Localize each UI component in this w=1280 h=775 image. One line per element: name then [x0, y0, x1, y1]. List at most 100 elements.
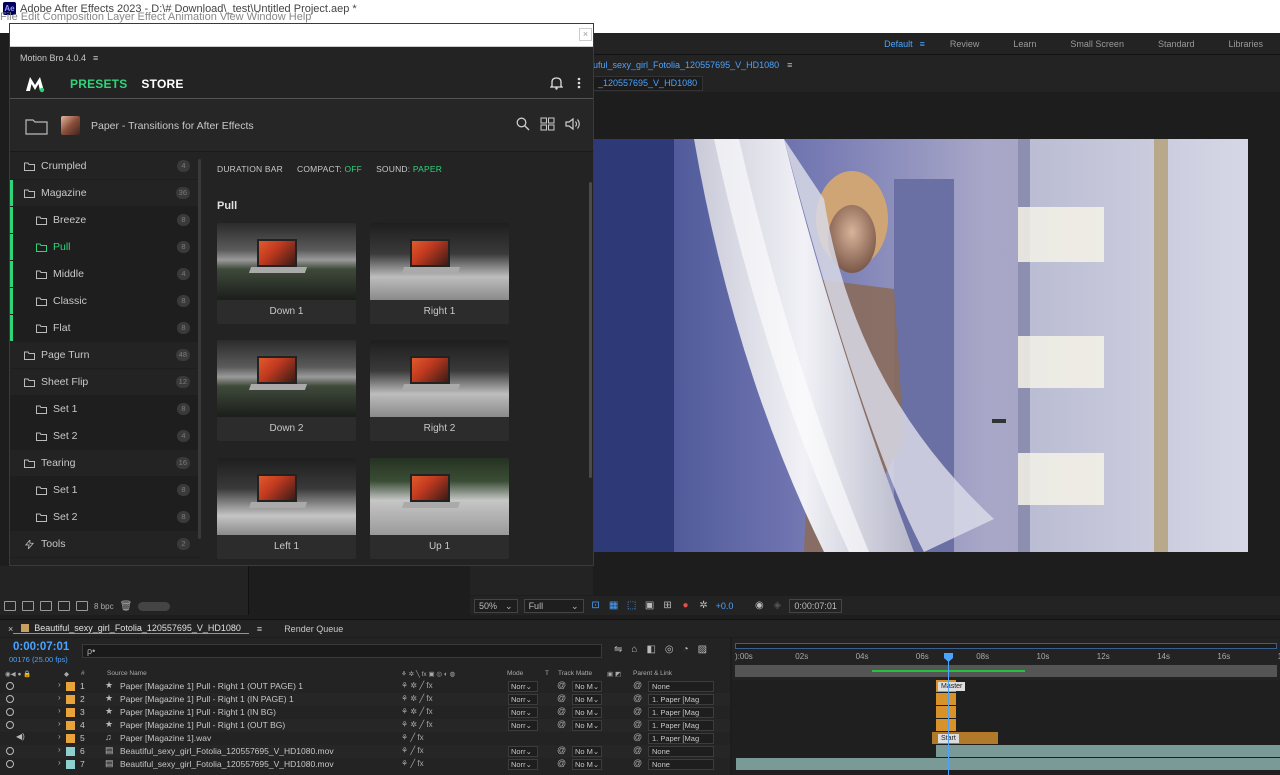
timeline-layer-row[interactable]: › 7 ▤ Beautiful_sexy_girl_Fotolia_120557695…	[0, 758, 730, 771]
track-matte-select[interactable]: No M⌄	[572, 694, 602, 705]
thumbnail-slider[interactable]	[138, 601, 171, 611]
layer-switches-icon[interactable]: ⚘ ✲ ╱ fx	[401, 681, 433, 690]
matte-header-icons[interactable]: ▣ ◩	[607, 670, 621, 678]
parent-pickwhip-icon[interactable]: @	[633, 719, 642, 729]
twirl-chevron-icon[interactable]: ›	[58, 719, 61, 728]
timeline-layer-row[interactable]: › 1 ★ Paper [Magazine 1] Pull - Right 1 (OU…	[0, 680, 730, 693]
parent-select[interactable]: None	[648, 759, 714, 770]
track-matte-pickwhip-icon[interactable]: @	[557, 706, 566, 716]
preset-card-right-1[interactable]: Right 1	[370, 223, 509, 324]
tab-timeline-comp[interactable]: Beautiful_sexy_girl_Fotolia_120557695_V_…	[13, 623, 249, 634]
preset-card-up-1[interactable]: Up 1	[370, 458, 509, 559]
trash-icon[interactable]: 🗑	[120, 601, 133, 612]
more-vertical-icon[interactable]	[577, 76, 581, 90]
timeline-layer-row[interactable]: › 2 ★ Paper [Magazine 1] Pull - Right 1 (IN…	[0, 693, 730, 706]
column-number[interactable]: #	[81, 670, 85, 677]
preset-card-down-1[interactable]: Down 1	[217, 223, 356, 324]
layer-name[interactable]: Paper [Magazine 1] Pull - Right 1 (OUT B…	[120, 720, 285, 730]
workspace-menu-icon[interactable]: ≡	[920, 39, 925, 49]
twirl-chevron-icon[interactable]: ›	[58, 732, 61, 741]
parent-select[interactable]: 1. Paper [Mag	[648, 733, 714, 744]
label-color-swatch[interactable]	[66, 760, 75, 769]
project-settings-icon[interactable]	[58, 601, 70, 611]
track-matte-select[interactable]: No M⌄	[572, 681, 602, 692]
layer-name[interactable]: Paper [Magazine 1] Pull - Right 1 (OUT P…	[120, 681, 303, 691]
layer-search-input[interactable]: ρ•	[82, 644, 602, 658]
blend-mode-select[interactable]: Norr⌄	[508, 759, 538, 770]
exposure-reset-icon[interactable]: ✲	[698, 600, 710, 612]
blend-mode-select[interactable]: Norr⌄	[508, 694, 538, 705]
snapshot-icon[interactable]: ◉	[753, 600, 765, 612]
viewer-timecode[interactable]: 0:00:07:01	[789, 598, 842, 613]
layer-name[interactable]: Paper [Magazine 1] Pull - Right 1 (IN BG…	[120, 707, 276, 717]
content-scrollbar[interactable]	[589, 182, 592, 478]
channel-icon[interactable]: ●	[680, 600, 692, 612]
track-matte-pickwhip-icon[interactable]: @	[557, 758, 566, 768]
duration-bar-toggle[interactable]: DURATION BAR	[217, 164, 283, 174]
sidebar-item-tools[interactable]: Tools 2	[10, 531, 200, 558]
layer-name[interactable]: Paper [Magazine 1] Pull - Right 1 (IN PA…	[120, 694, 294, 704]
layer-switches-icon[interactable]: ⚘ ✲ ╱ fx	[401, 694, 433, 703]
tab-render-queue[interactable]: Render Queue	[276, 624, 351, 634]
track-matte-select[interactable]: No M⌄	[572, 746, 602, 757]
bell-icon[interactable]	[550, 76, 563, 90]
sidebar-item-magazine[interactable]: Magazine 36	[10, 180, 200, 207]
pack-name[interactable]: Paper - Transitions for After Effects	[91, 120, 254, 132]
close-icon[interactable]: ×	[0, 624, 13, 634]
speaker-icon[interactable]	[565, 117, 581, 131]
parent-pickwhip-icon[interactable]: @	[633, 745, 642, 755]
column-mode[interactable]: Mode	[507, 670, 523, 677]
new-folder-icon[interactable]	[22, 601, 34, 611]
twirl-chevron-icon[interactable]: ›	[58, 745, 61, 754]
composition-tab-menu-icon[interactable]: ≡	[787, 60, 792, 70]
layer-name[interactable]: Paper [Magazine 1].wav	[120, 733, 211, 743]
visibility-eye-icon[interactable]	[6, 708, 14, 716]
exposure-value[interactable]: +0.0	[716, 601, 734, 611]
tab-presets[interactable]: PRESETS	[70, 77, 127, 91]
grid-guides-icon[interactable]: ▣	[644, 600, 656, 612]
column-source-name[interactable]: Source Name	[107, 670, 147, 677]
twirl-chevron-icon[interactable]: ›	[58, 706, 61, 715]
track-matte-pickwhip-icon[interactable]: @	[557, 680, 566, 690]
label-color-swatch[interactable]	[66, 682, 75, 691]
composition-frame[interactable]	[594, 139, 1248, 552]
compact-toggle[interactable]: COMPACT: OFF	[297, 164, 362, 174]
label-column-icon[interactable]: ◆	[64, 670, 69, 678]
twirl-chevron-icon[interactable]: ›	[58, 680, 61, 689]
layer-switches-icon[interactable]: ⚘ ╱ fx	[401, 759, 424, 768]
mask-visibility-icon[interactable]: ⊞	[662, 600, 674, 612]
twirl-chevron-icon[interactable]: ›	[58, 693, 61, 702]
layer-bar[interactable]	[736, 758, 1280, 770]
parent-select[interactable]: 1. Paper [Mag	[648, 720, 714, 731]
menu-bar-text[interactable]: File Edit Composition Layer Effect Anima…	[0, 11, 311, 23]
workspace-standard[interactable]: Standard	[1141, 39, 1212, 49]
grid-view-icon[interactable]	[540, 117, 555, 131]
draft-3d-icon[interactable]: ⌂	[631, 644, 637, 655]
sidebar-item-sheet-flip[interactable]: Sheet Flip 12	[10, 369, 200, 396]
timeline-layer-row[interactable]: › 6 ▤ Beautiful_sexy_girl_Fotolia_120557695…	[0, 745, 730, 758]
blend-mode-select[interactable]: Norr⌄	[508, 746, 538, 757]
layer-bar[interactable]	[936, 693, 956, 705]
label-color-swatch[interactable]	[66, 708, 75, 717]
time-navigator[interactable]	[735, 643, 1277, 649]
label-color-swatch[interactable]	[66, 721, 75, 730]
parent-pickwhip-icon[interactable]: @	[633, 732, 642, 742]
composition-nav-tab[interactable]: _120557695_V_HD1080	[593, 76, 703, 91]
new-composition-icon[interactable]	[40, 601, 52, 611]
panel-menu-icon[interactable]: ≡	[93, 53, 98, 63]
close-icon[interactable]: ×	[579, 28, 592, 41]
graph-editor-icon[interactable]: ▨	[698, 644, 707, 655]
tab-store[interactable]: STORE	[141, 77, 183, 91]
parent-pickwhip-icon[interactable]: @	[633, 680, 642, 690]
workspace-small-screen[interactable]: Small Screen	[1053, 39, 1141, 49]
sidebar-item-set-2[interactable]: Set 2 8	[10, 504, 200, 531]
region-of-interest-icon[interactable]: ⬚	[626, 600, 638, 612]
column-track-matte[interactable]: Track Matte	[558, 670, 592, 677]
resolution-select[interactable]: Full ⌄	[523, 598, 584, 613]
flowchart-icon[interactable]	[76, 601, 88, 611]
sidebar-item-classic[interactable]: Classic 8	[10, 288, 200, 315]
layer-switches-icon[interactable]: ⚘ ╱ fx	[401, 746, 424, 755]
visibility-eye-icon[interactable]	[6, 760, 14, 768]
layer-bar[interactable]	[936, 745, 1280, 757]
label-color-swatch[interactable]	[66, 734, 75, 743]
